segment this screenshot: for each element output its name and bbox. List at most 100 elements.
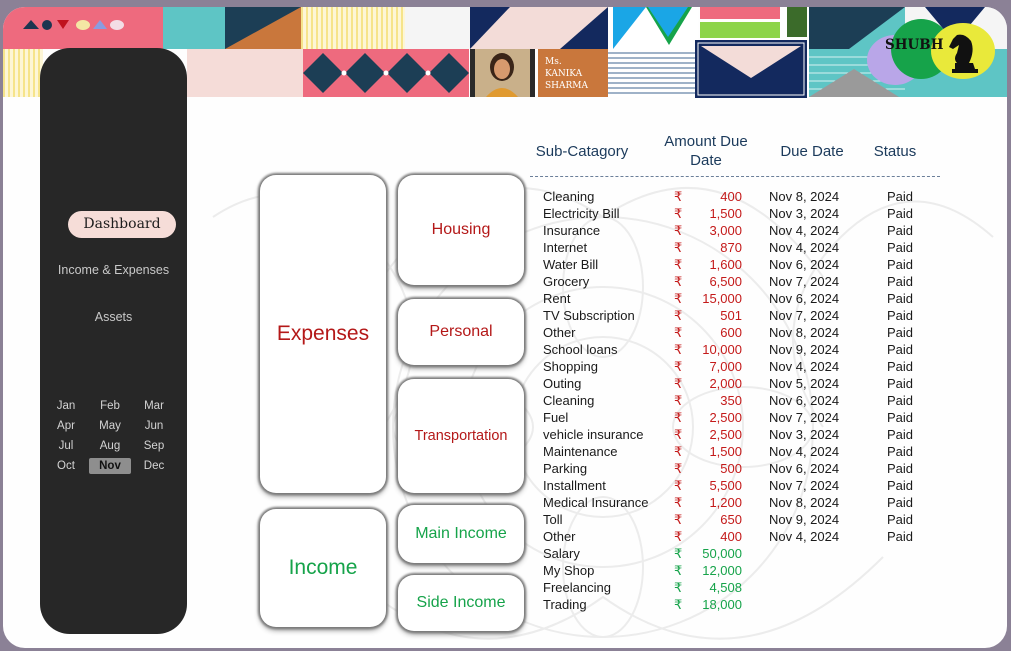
envelope-icon (695, 40, 807, 98)
cell-amount: 3,000 (709, 223, 742, 238)
nav-income-expenses[interactable]: Income & Expenses (40, 263, 187, 277)
table-row: Freelancing ₹4,508 (543, 579, 943, 596)
cell-subcategory: Shopping (543, 359, 598, 374)
cell-amount: 4,508 (709, 580, 742, 595)
card-expenses[interactable]: Expenses (260, 175, 386, 493)
cell-subcategory: vehicle insurance (543, 427, 644, 442)
banner-tile (163, 7, 225, 49)
currency-symbol: ₹ (674, 325, 683, 340)
month-may[interactable]: May (89, 418, 131, 434)
card-main-income[interactable]: Main Income (398, 505, 524, 563)
banner-tile (187, 49, 303, 97)
brand-logo: SHUBH (885, 37, 944, 53)
currency-symbol: ₹ (674, 529, 683, 544)
currency-symbol: ₹ (674, 308, 683, 323)
month-jan[interactable]: Jan (45, 398, 87, 414)
banner-tile (303, 49, 469, 97)
table-row: My Shop ₹12,000 (543, 562, 943, 579)
cell-subcategory: TV Subscription (543, 308, 635, 323)
table-header: Sub-Catagory Amount Due Date Due Date St… (530, 131, 940, 177)
banner-tile (608, 49, 698, 97)
cell-amount: 2,500 (709, 410, 742, 425)
cell-due-date: Nov 7, 2024 (769, 274, 840, 289)
month-oct[interactable]: Oct (45, 458, 87, 474)
cell-status: Paid (887, 189, 914, 204)
table-row: School loans ₹10,000 Nov 9, 2024 Paid (543, 341, 943, 358)
cell-subcategory: Other (543, 325, 576, 340)
cell-subcategory: Insurance (543, 223, 601, 238)
cell-due-date: Nov 4, 2024 (769, 444, 840, 459)
cell-due-date: Nov 8, 2024 (769, 189, 840, 204)
cell-due-date: Nov 7, 2024 (769, 308, 840, 323)
cell-amount: 870 (720, 240, 742, 255)
person-photo-icon (475, 49, 530, 97)
month-aug[interactable]: Aug (89, 438, 131, 454)
table-row: Grocery ₹6,500 Nov 7, 2024 Paid (543, 273, 943, 290)
cell-subcategory: School loans (543, 342, 618, 357)
table-row: TV Subscription ₹501 Nov 7, 2024 Paid (543, 307, 943, 324)
currency-symbol: ₹ (674, 597, 683, 612)
dashboard-window: Ms. KANIKA SHARMA SHUBH Dashboard Income… (3, 7, 1007, 648)
cell-amount: 500 (720, 461, 742, 476)
cell-subcategory: Outing (543, 376, 582, 391)
table-row: Fuel ₹2,500 Nov 7, 2024 Paid (543, 409, 943, 426)
card-side-income[interactable]: Side Income (398, 575, 524, 631)
cell-amount: 350 (720, 393, 742, 408)
cell-status: Paid (887, 495, 914, 510)
currency-symbol: ₹ (674, 376, 683, 391)
card-housing[interactable]: Housing (398, 175, 524, 285)
currency-symbol: ₹ (674, 393, 683, 408)
table-row: Installment ₹5,500 Nov 7, 2024 Paid (543, 477, 943, 494)
profile-name-card: Ms. KANIKA SHARMA (538, 49, 608, 97)
currency-symbol: ₹ (674, 410, 683, 425)
cell-status: Paid (887, 427, 914, 442)
card-transportation[interactable]: Transportation (398, 379, 524, 493)
month-feb[interactable]: Feb (89, 398, 131, 414)
profile-last-name: SHARMA (545, 81, 589, 91)
table-row: Cleaning ₹350 Nov 6, 2024 Paid (543, 392, 943, 409)
table-row: Toll ₹650 Nov 9, 2024 Paid (543, 511, 943, 528)
currency-symbol: ₹ (674, 478, 683, 493)
cell-due-date: Nov 7, 2024 (769, 478, 840, 493)
cell-subcategory: Water Bill (543, 257, 599, 272)
cell-status: Paid (887, 342, 914, 357)
month-nov[interactable]: Nov (89, 458, 131, 474)
cell-status: Paid (887, 478, 914, 493)
month-jul[interactable]: Jul (45, 438, 87, 454)
cell-subcategory: Grocery (543, 274, 590, 289)
banner-tile (3, 49, 43, 97)
cell-subcategory: My Shop (543, 563, 595, 578)
table-row: Parking ₹500 Nov 6, 2024 Paid (543, 460, 943, 477)
cell-subcategory: Fuel (543, 410, 569, 425)
currency-symbol: ₹ (674, 427, 683, 442)
header-subcategory: Sub-Catagory (535, 143, 629, 160)
banner-tile (470, 7, 608, 49)
cell-subcategory: Other (543, 529, 576, 544)
nav-assets[interactable]: Assets (40, 310, 187, 324)
card-income[interactable]: Income (260, 509, 386, 627)
cell-subcategory: Medical Insurance (543, 495, 649, 510)
month-sep[interactable]: Sep (133, 438, 175, 454)
cell-status: Paid (887, 274, 914, 289)
card-personal[interactable]: Personal (398, 299, 524, 365)
cell-status: Paid (887, 206, 914, 221)
cell-due-date: Nov 3, 2024 (769, 427, 840, 442)
cell-due-date: Nov 6, 2024 (769, 461, 840, 476)
table-row: Medical Insurance ₹1,200 Nov 8, 2024 Paid (543, 494, 943, 511)
table-row: Rent ₹15,000 Nov 6, 2024 Paid (543, 290, 943, 307)
cell-status: Paid (887, 393, 914, 408)
currency-symbol: ₹ (674, 291, 683, 306)
nav-dashboard[interactable]: Dashboard (68, 211, 176, 238)
cell-due-date: Nov 7, 2024 (769, 410, 840, 425)
cell-status: Paid (887, 410, 914, 425)
month-dec[interactable]: Dec (133, 458, 175, 474)
cell-due-date: Nov 4, 2024 (769, 223, 840, 238)
currency-symbol: ₹ (674, 444, 683, 459)
month-apr[interactable]: Apr (45, 418, 87, 434)
cell-amount: 650 (720, 512, 742, 527)
cell-amount: 5,500 (709, 478, 742, 493)
cell-status: Paid (887, 325, 914, 340)
month-jun[interactable]: Jun (133, 418, 175, 434)
month-mar[interactable]: Mar (133, 398, 175, 414)
table-row: Cleaning ₹400 Nov 8, 2024 Paid (543, 188, 943, 205)
